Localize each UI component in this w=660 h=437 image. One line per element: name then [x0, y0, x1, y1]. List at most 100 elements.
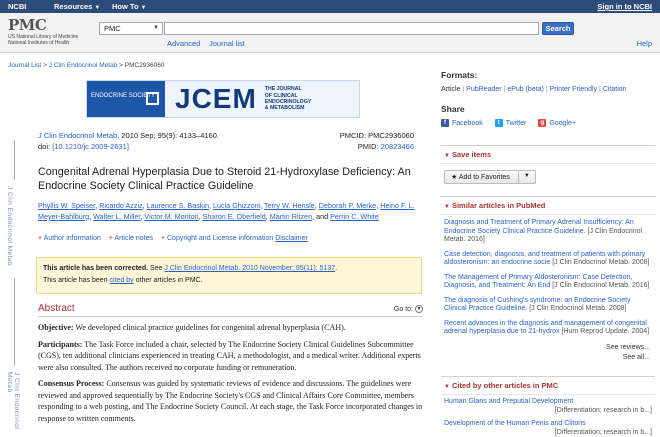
- similar-articles-heading: Similar articles in PubMed: [451, 201, 546, 210]
- ncbi-top-bar: NCBI Resources ▼ How To ▼ Sign in to NCBI: [0, 0, 660, 13]
- abstract-heading: Abstract: [38, 303, 75, 314]
- author-link[interactable]: Terry W. Hensle: [264, 201, 315, 210]
- breadcrumb-journal[interactable]: J Clin Endocrinol Metab: [49, 62, 118, 69]
- go-to-menu[interactable]: Go to: ▼: [394, 305, 423, 313]
- similar-article-source: [J Clin Endocrinol Metab. 2008]: [529, 305, 627, 312]
- section-label: Consensus Process:: [38, 379, 105, 388]
- google-plus-icon: g: [538, 119, 547, 127]
- journal-banner[interactable]: ENDOCRINE SOCIETY JCEM THE JOURNAL OF CL…: [86, 80, 360, 118]
- author-link[interactable]: Sharon E. Oberfield: [203, 212, 266, 221]
- similar-article[interactable]: The diagnosis of Cushing's syndrome: an …: [444, 297, 652, 314]
- advanced-search-link[interactable]: Advanced: [167, 39, 200, 48]
- disclaimer-link[interactable]: Disclaimer: [275, 235, 308, 242]
- abstract-section: Participants: The Task Force included a …: [38, 339, 423, 374]
- cited-article-title: Development of the Human Penis and Clito…: [444, 420, 586, 427]
- database-select[interactable]: PMC ▼: [99, 22, 163, 35]
- add-to-favorites-button[interactable]: ★ Add to Favorites ▼: [444, 170, 536, 184]
- sidebar-journal-label-2[interactable]: J Clin Endocrinol Metab: [6, 372, 20, 437]
- chevron-down-icon: ▼: [94, 5, 101, 11]
- identifiers-block: PMCID: PMC2936060 PMID: 20823466: [340, 130, 414, 152]
- author-information-link[interactable]: Author information: [44, 235, 101, 242]
- see-reviews-link[interactable]: See reviews...: [606, 344, 650, 351]
- how-to-label: How To: [112, 2, 139, 11]
- correction-lead: This article has been corrected.: [43, 265, 149, 272]
- cited-article-source: [Differentiation; research in b...]: [554, 406, 652, 414]
- abstract-header: Abstract Go to: ▼: [38, 303, 423, 317]
- journal-title-line: & METABOLISM: [264, 105, 305, 112]
- author-link[interactable]: Lucia Ghizzoni: [213, 201, 260, 210]
- pmc-logo-mark: PMC: [8, 16, 47, 34]
- cited-article-title: Human Glans and Preputial Development: [444, 398, 574, 405]
- share-google-plus[interactable]: g Google+: [538, 119, 576, 127]
- search-button[interactable]: Search: [542, 22, 574, 35]
- journal-list-link[interactable]: Journal list: [209, 39, 245, 48]
- cited-article[interactable]: Human Glans and Preputial Development [Di…: [441, 398, 655, 415]
- help-link[interactable]: Help: [637, 39, 652, 48]
- similar-articles-list: Diagnosis and Treatment of Primary Adren…: [441, 215, 655, 363]
- sign-in-link[interactable]: Sign in to NCBI: [597, 2, 652, 11]
- similar-article[interactable]: Recent advances in the diagnosis and man…: [444, 320, 652, 337]
- journal-title-line: OF CLINICAL: [264, 92, 298, 99]
- logo-subtitle-2: National Institutes of Health: [8, 40, 70, 46]
- format-article[interactable]: Article: [441, 86, 460, 93]
- formats-list: Article | PubReader | ePub (beta) | Prin…: [441, 86, 627, 93]
- cited-by-heading: Cited by other articles in PMC: [451, 381, 559, 390]
- cited-by-link[interactable]: cited by: [110, 277, 134, 284]
- abstract-body: Objective: We developed clinical practic…: [38, 322, 423, 429]
- similar-article[interactable]: Diagnosis and Treatment of Primary Adren…: [444, 219, 652, 245]
- format-epub[interactable]: ePub (beta): [507, 86, 544, 93]
- correction-link[interactable]: J Clin Endocrinol Metab. 2010 November; …: [164, 265, 335, 272]
- similar-articles-toggle[interactable]: ▼ Similar articles in PubMed: [441, 197, 655, 215]
- breadcrumb-journal-list[interactable]: Journal List: [8, 62, 41, 69]
- chevron-down-icon: ▼: [140, 5, 147, 11]
- similar-article-source: [Hum Reprod Update. 2004]: [561, 328, 650, 335]
- cited-by-toggle[interactable]: ▼ Cited by other articles in PMC: [441, 377, 655, 395]
- share-label: Twitter: [505, 119, 527, 127]
- collapse-triangle-icon: ▼: [444, 153, 450, 159]
- sidebar-journal-label[interactable]: J Clin Endocrinol Metab: [6, 186, 13, 266]
- breadcrumb-current: PMC2936060: [124, 62, 165, 69]
- author-link[interactable]: Victor M. Montori: [144, 212, 198, 221]
- journal-title-line: ENDOCRINOLOGY: [264, 99, 312, 105]
- author-link[interactable]: Deborah P. Merke: [319, 201, 376, 210]
- similar-article-source: [J Clin Endocrinol Metab. 2008]: [552, 259, 650, 266]
- resources-label: Resources: [54, 2, 93, 11]
- similar-article[interactable]: The Management of Primary Aldosteronism:…: [444, 274, 652, 291]
- chevron-down-icon[interactable]: ▼: [519, 171, 535, 183]
- chevron-down-icon: ▼: [153, 25, 159, 31]
- pmid-link[interactable]: 20823466: [381, 142, 414, 151]
- share-facebook[interactable]: f Facebook: [441, 119, 483, 127]
- journal-link[interactable]: J Clin Endocrinol Metab: [38, 131, 117, 140]
- formats-heading: Formats:: [441, 70, 478, 80]
- correction-see: See: [150, 265, 163, 272]
- citation-block: J Clin Endocrinol Metab. 2010 Sep; 95(9)…: [38, 130, 219, 152]
- go-to-label: Go to:: [393, 305, 413, 313]
- resources-menu[interactable]: Resources ▼: [54, 2, 100, 11]
- search-input[interactable]: [164, 22, 539, 35]
- cited-article[interactable]: Development of the Human Penis and Clito…: [441, 420, 655, 437]
- author-link[interactable]: Laurence S. Baskin: [147, 201, 209, 210]
- cited-suffix: other articles in PMC.: [135, 277, 203, 284]
- doi-link[interactable]: [10.1210/jc.2009-2631]: [52, 142, 129, 151]
- share-twitter[interactable]: t Twitter: [494, 119, 527, 127]
- format-pubreader[interactable]: PubReader: [466, 86, 501, 93]
- format-citation[interactable]: Citation: [603, 86, 627, 93]
- how-to-menu[interactable]: How To ▼: [112, 2, 146, 11]
- share-heading: Share: [441, 104, 465, 114]
- abstract-section: Objective: We developed clinical practic…: [38, 322, 423, 334]
- similar-article[interactable]: Case detection, diagnosis, and treatment…: [444, 251, 652, 268]
- author-link[interactable]: Ricardo Azziz: [99, 201, 143, 210]
- copyright-link[interactable]: Copyright and License information: [167, 235, 273, 242]
- article-notes-link[interactable]: Article notes: [114, 235, 153, 242]
- breadcrumb: Journal List > J Clin Endocrinol Metab >…: [8, 62, 165, 69]
- citation-details: . 2010 Sep; 95(9): 4133–4160.: [117, 131, 219, 140]
- author-link[interactable]: Walter L. Miller: [93, 212, 140, 221]
- author-link[interactable]: Phyllis W. Speiser: [38, 201, 95, 210]
- save-items-toggle[interactable]: ▼ Save items: [441, 146, 655, 164]
- author-link[interactable]: Perrin C. White: [330, 212, 379, 221]
- author-link[interactable]: Martin Ritzen: [270, 212, 312, 221]
- format-printer-friendly[interactable]: Printer Friendly: [550, 86, 597, 93]
- pmc-logo[interactable]: PMC US National Library of Medicine Nati…: [8, 16, 78, 46]
- see-all-link[interactable]: See all...: [623, 354, 650, 361]
- ncbi-logo[interactable]: NCBI: [8, 2, 26, 11]
